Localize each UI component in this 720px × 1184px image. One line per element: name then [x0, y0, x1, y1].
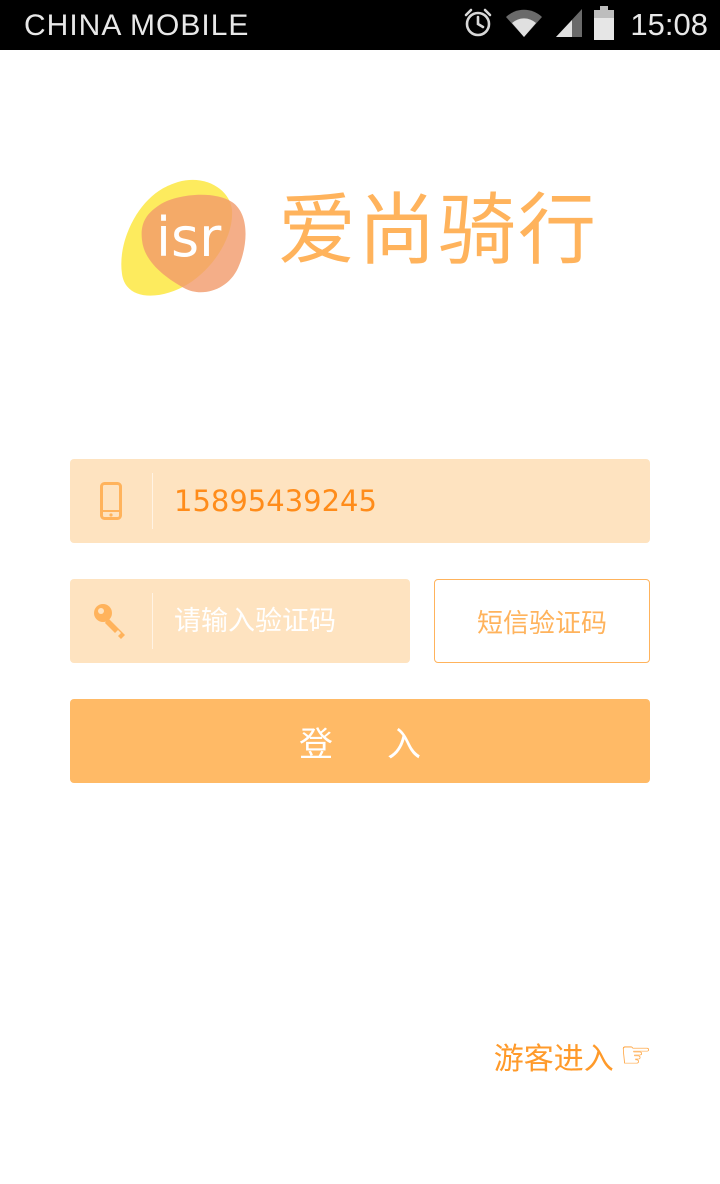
phone-field[interactable]: [70, 459, 650, 543]
send-sms-code-button[interactable]: 短信验证码: [434, 579, 650, 663]
battery-icon: [594, 5, 615, 45]
carrier-name: CHINA MOBILE: [24, 9, 250, 42]
logo-mark-text: isr: [156, 206, 222, 269]
field-divider: [152, 473, 153, 529]
field-divider: [152, 593, 153, 649]
status-icons: 15:08: [462, 0, 708, 50]
app-title: 爱尚骑行: [278, 186, 599, 276]
signal-icon: [554, 7, 584, 44]
key-icon: [70, 579, 152, 663]
phone-input[interactable]: [174, 459, 640, 543]
alarm-icon: [462, 7, 494, 44]
login-screen: CHINA MOBILE 15:08 isr 爱尚骑行 15895439245 …: [0, 0, 720, 1184]
pointing-hand-icon: ☞: [619, 1035, 652, 1076]
status-bar: CHINA MOBILE 15:08: [0, 0, 720, 50]
app-logo: isr 爱尚骑行: [118, 176, 618, 306]
guest-entry-link[interactable]: 游客进入 ☞: [494, 1034, 652, 1078]
guest-entry-label: 游客进入: [493, 1042, 614, 1077]
phone-icon: [70, 459, 152, 543]
logo-mark-icon: isr: [121, 179, 246, 296]
status-time: 15:08: [630, 7, 708, 42]
code-input[interactable]: [174, 579, 400, 663]
wifi-icon: [504, 7, 544, 44]
code-field[interactable]: [70, 579, 410, 663]
login-button[interactable]: 登入: [70, 699, 650, 783]
